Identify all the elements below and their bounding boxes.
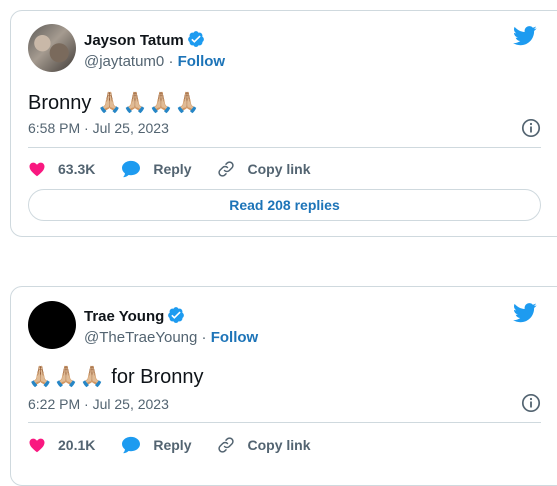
reply-label: Reply [153,437,192,453]
tweet-text: 🙏🏼🙏🏼🙏🏼 for Bronny [28,364,204,389]
copy-link-label: Copy link [247,161,311,177]
tweet-text-content: Bronny [28,92,92,114]
avatar[interactable] [28,24,76,72]
author-handle[interactable]: @TheTraeYoung [84,329,197,346]
verified-badge-icon [168,307,185,323]
author-name[interactable]: Jayson Tatum [84,30,205,49]
read-replies-button[interactable]: Read 208 replies [28,189,541,221]
heart-icon [29,438,45,453]
like-count: 20.1K [58,437,96,453]
link-icon [218,161,235,177]
divider [28,147,541,148]
link-icon [218,437,235,453]
twitter-bird-icon[interactable] [513,303,537,323]
action-bar: 63.3K Reply Copy link [28,160,337,178]
info-icon[interactable] [521,393,541,413]
copy-link-button[interactable]: Copy link [217,160,311,178]
separator: · [168,53,174,70]
author-handle[interactable]: @jaytatum0 [84,53,164,70]
action-bar: 20.1K Reply Copy link [28,436,337,454]
follow-button[interactable]: Follow [178,53,226,70]
author-name-text[interactable]: Trae Young [84,308,164,325]
author-name[interactable]: Trae Young [84,306,185,325]
twitter-bird-icon[interactable] [513,26,537,46]
handle-line: @TheTraeYoung · Follow [84,329,258,346]
follow-button[interactable]: Follow [211,329,259,346]
verified-badge-icon [187,31,204,47]
like-button[interactable]: 63.3K [28,160,95,178]
divider [28,422,541,423]
like-count: 63.3K [58,161,96,177]
reply-label: Reply [153,161,192,177]
speech-bubble-icon [122,436,141,454]
like-button[interactable]: 20.1K [28,436,95,454]
speech-bubble-icon [122,160,141,178]
reply-button[interactable]: Reply [121,436,191,454]
info-icon[interactable] [521,118,541,138]
tweet-text: Bronny 🙏🏼🙏🏼🙏🏼🙏🏼 [28,90,201,115]
copy-link-button[interactable]: Copy link [217,436,311,454]
copy-link-label: Copy link [247,437,311,453]
avatar[interactable] [28,301,76,349]
praying-hands-emoji: 🙏🏼🙏🏼🙏🏼🙏🏼 [96,92,201,114]
tweet-card-trae-young[interactable]: Trae Young @TheTraeYoung · Follow 🙏🏼🙏🏼🙏🏼… [10,286,557,486]
separator: · [201,329,207,346]
timestamp-link[interactable]: 6:22 PM · Jul 25, 2023 [28,396,169,412]
author-name-text[interactable]: Jayson Tatum [84,32,184,49]
tweet-text-content: for Bronny [111,366,204,388]
reply-button[interactable]: Reply [121,160,191,178]
timestamp-link[interactable]: 6:58 PM · Jul 25, 2023 [28,120,169,136]
handle-line: @jaytatum0 · Follow [84,53,225,70]
heart-icon [29,162,45,177]
tweet-card-jayson-tatum[interactable]: Jayson Tatum @jaytatum0 · Follow Bronny … [10,10,557,237]
praying-hands-emoji: 🙏🏼🙏🏼🙏🏼 [28,366,106,388]
